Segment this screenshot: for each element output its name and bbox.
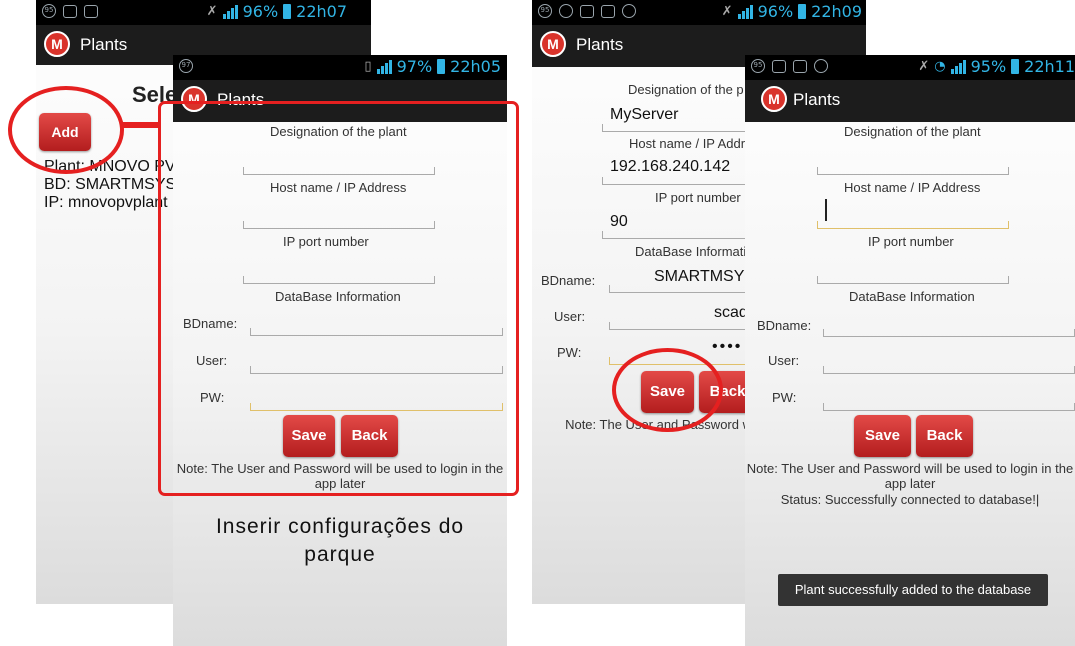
app-logo[interactable]: M (761, 86, 787, 112)
notification-icon: 95 (751, 59, 765, 73)
login-note: Note: The User and Password will be used… (746, 461, 1074, 491)
host-label: Host name / IP Address (844, 180, 981, 195)
mute-icon: ✗ (206, 4, 218, 19)
connection-status: Status: Successfully connected to databa… (780, 492, 1040, 507)
wifi-icon: ◔ (934, 59, 946, 74)
app-logo[interactable]: M (540, 31, 566, 57)
vibrate-icon: ▯ (364, 59, 372, 74)
notification-icon: 95 (42, 4, 56, 18)
designation-input[interactable] (817, 167, 1009, 175)
status-bar: 95 ✗ 96% 22h09 (532, 0, 866, 25)
bag-icon (793, 59, 807, 73)
pw-label: PW: (557, 345, 582, 360)
bag-icon (84, 4, 98, 18)
mute-icon: ✗ (918, 59, 930, 74)
port-label: IP port number (868, 234, 954, 249)
designation-label: Designation of the plant (844, 124, 981, 139)
app-title: Plants (80, 35, 128, 54)
app-logo[interactable]: M (44, 31, 70, 57)
pw-input[interactable] (823, 403, 1075, 411)
hangouts-icon (559, 4, 573, 18)
port-value[interactable]: 90 (610, 213, 628, 231)
db-info-label: DataBase Information (849, 289, 975, 304)
action-bar: M Plants (745, 80, 1075, 122)
save-highlight-circle (612, 348, 723, 432)
add-highlight-circle (8, 86, 124, 174)
bdname-value[interactable]: SMARTMSY (654, 268, 744, 286)
gallery-icon (772, 59, 786, 73)
signal-icon (737, 4, 753, 19)
battery-percent: 96% (757, 2, 794, 21)
status-time: 22h09 (811, 2, 862, 21)
battery-icon (1011, 59, 1020, 74)
chat-icon (622, 4, 636, 18)
pw-label: PW: (772, 390, 797, 405)
user-label: User: (554, 309, 586, 324)
success-toast: Plant successfully added to the database (778, 574, 1048, 606)
battery-icon (283, 4, 292, 19)
chat-icon (814, 59, 828, 73)
bag-icon (601, 4, 615, 18)
user-value[interactable]: scad (714, 304, 748, 322)
bdname-label: BDname: (541, 273, 596, 288)
signal-icon (950, 59, 966, 74)
battery-percent: 96% (242, 2, 279, 21)
back-button[interactable]: Back (916, 415, 973, 457)
notification-icon: 97 (179, 59, 193, 73)
plant-db[interactable]: BD: SMARTMSYS (44, 176, 176, 194)
user-label: User: (768, 353, 800, 368)
pw-value[interactable]: •••• (712, 338, 742, 356)
host-label: Host name / IP Addr (629, 136, 746, 151)
highlight-connector (120, 122, 160, 128)
host-value[interactable]: 192.168.240.142 (610, 158, 730, 176)
battery-percent: 95% (970, 57, 1007, 76)
app-title: Plants (576, 35, 624, 54)
gallery-icon (63, 4, 77, 18)
notification-icon: 95 (538, 4, 552, 18)
port-label: IP port number (655, 190, 741, 205)
db-info-label: DataBase Informati (635, 244, 747, 259)
save-button[interactable]: Save (854, 415, 911, 457)
battery-icon (437, 59, 446, 74)
status-bar: 95 ✗ ◔ 95% 22h11 (745, 55, 1075, 80)
screen-success: 95 ✗ ◔ 95% 22h11 M Plants Designation of th… (745, 55, 1075, 646)
user-input[interactable] (823, 366, 1075, 374)
gallery-icon (580, 4, 594, 18)
status-bar: 95 ✗ 96% 22h07 (36, 0, 371, 25)
form-highlight-box (158, 101, 519, 496)
status-time: 22h11 (1024, 57, 1075, 76)
battery-icon (798, 4, 807, 19)
port-input[interactable] (817, 276, 1009, 284)
host-cursor[interactable] (825, 199, 827, 221)
battery-percent: 97% (396, 57, 433, 76)
host-input[interactable] (817, 221, 1009, 229)
status-time: 22h07 (296, 2, 347, 21)
designation-label: Designation of the p (628, 82, 744, 97)
bdname-label: BDname: (757, 318, 812, 333)
mute-icon: ✗ (721, 4, 733, 19)
app-title: Plants (793, 90, 841, 109)
status-bar: 97 ▯ 97% 22h05 (173, 55, 507, 80)
caption: Inserir configurações do parque (215, 515, 465, 566)
signal-icon (376, 59, 392, 74)
status-time: 22h05 (450, 57, 501, 76)
plant-ip[interactable]: IP: mnovopvplant (44, 194, 168, 212)
bdname-input[interactable] (823, 329, 1075, 337)
designation-value[interactable]: MyServer (610, 106, 678, 124)
signal-icon (222, 4, 238, 19)
